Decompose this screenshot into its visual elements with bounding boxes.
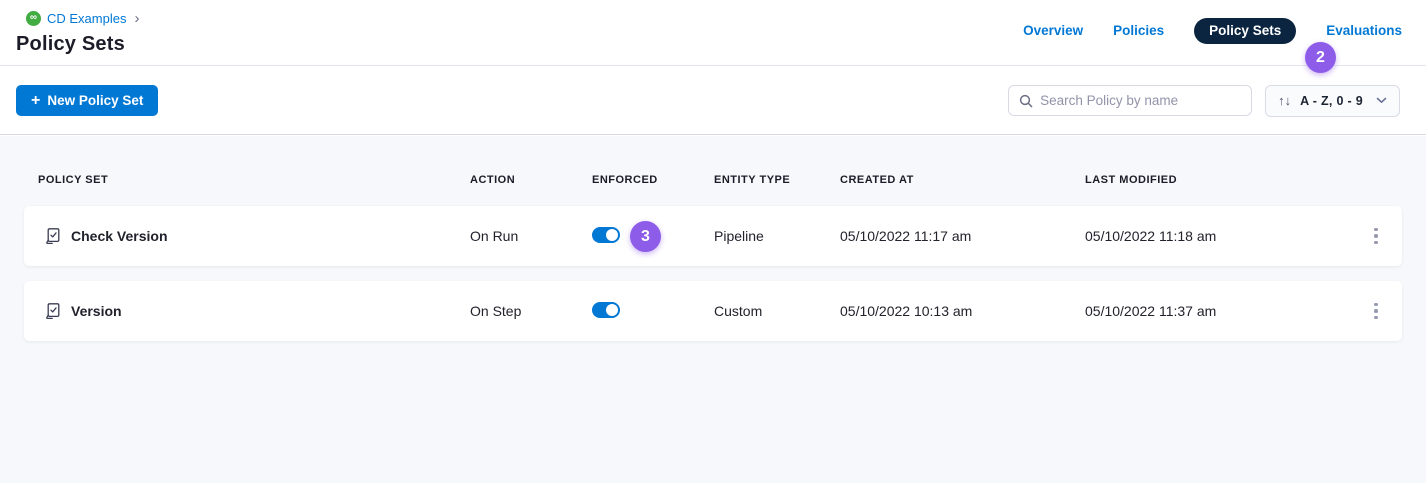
enforced-toggle[interactable] [592,302,620,318]
table-row[interactable]: Check Version On Run Pipeline 05/10/2022… [24,206,1402,266]
table-row[interactable]: Version On Step Custom 05/10/2022 10:13 … [24,281,1402,341]
table-body: Check Version On Run Pipeline 05/10/2022… [24,206,1402,341]
entity-type-value: Pipeline [714,228,840,244]
breadcrumb: ∞ CD Examples › [26,9,139,27]
annotation-step-badge-2: 2 [1305,42,1336,73]
policy-set-name: Version [71,303,122,319]
breadcrumb-project-link[interactable]: CD Examples [47,11,126,26]
chevron-down-icon [1376,97,1387,104]
tab-policy-sets[interactable]: Policy Sets [1194,18,1296,44]
toolbar: + New Policy Set ↑↓ A - Z, 0 - 9 [0,67,1426,135]
annotation-step-badge-3: 3 [630,221,661,252]
sort-arrows-icon: ↑↓ [1278,94,1291,107]
table-header-row: POLICY SET ACTION ENFORCED ENTITY TYPE C… [24,136,1402,186]
cd-module-icon: ∞ [26,11,41,26]
col-header-enforced: ENFORCED [592,174,714,186]
col-header-entity-type: ENTITY TYPE [714,174,840,186]
col-header-policy-set: POLICY SET [24,174,470,186]
policy-set-name: Check Version [71,228,168,244]
breadcrumb-chevron-icon: › [134,11,139,26]
policy-sets-table: POLICY SET ACTION ENFORCED ENTITY TYPE C… [0,136,1426,483]
policy-set-icon [44,302,62,320]
top-navigation: Overview Policies Policy Sets Evaluation… [1023,0,1426,44]
created-at-value: 05/10/2022 10:13 am [840,303,1085,319]
kebab-menu-icon[interactable] [1368,297,1384,326]
tab-overview[interactable]: Overview [1023,18,1083,44]
tab-policies[interactable]: Policies [1113,18,1164,44]
action-value: On Step [470,303,592,319]
search-icon [1019,94,1033,108]
col-header-action: ACTION [470,174,592,186]
new-policy-set-button[interactable]: + New Policy Set [16,85,158,116]
last-modified-value: 05/10/2022 11:18 am [1085,228,1350,244]
col-header-created-at: CREATED AT [840,174,1085,186]
page-header: ∞ CD Examples › Policy Sets Overview Pol… [0,0,1426,66]
search-box [1008,85,1252,116]
col-header-last-modified: LAST MODIFIED [1085,174,1350,186]
tab-evaluations[interactable]: Evaluations [1326,18,1402,44]
plus-icon: + [31,93,40,109]
policy-set-icon [44,227,62,245]
new-policy-set-button-label: New Policy Set [47,93,143,108]
search-input[interactable] [1040,93,1241,108]
sort-dropdown-value: A - Z, 0 - 9 [1300,94,1363,108]
entity-type-value: Custom [714,303,840,319]
enforced-toggle[interactable] [592,227,620,243]
page-title: Policy Sets [16,33,139,56]
action-value: On Run [470,228,592,244]
last-modified-value: 05/10/2022 11:37 am [1085,303,1350,319]
sort-dropdown[interactable]: ↑↓ A - Z, 0 - 9 [1265,85,1400,117]
kebab-menu-icon[interactable] [1368,222,1384,251]
created-at-value: 05/10/2022 11:17 am [840,228,1085,244]
